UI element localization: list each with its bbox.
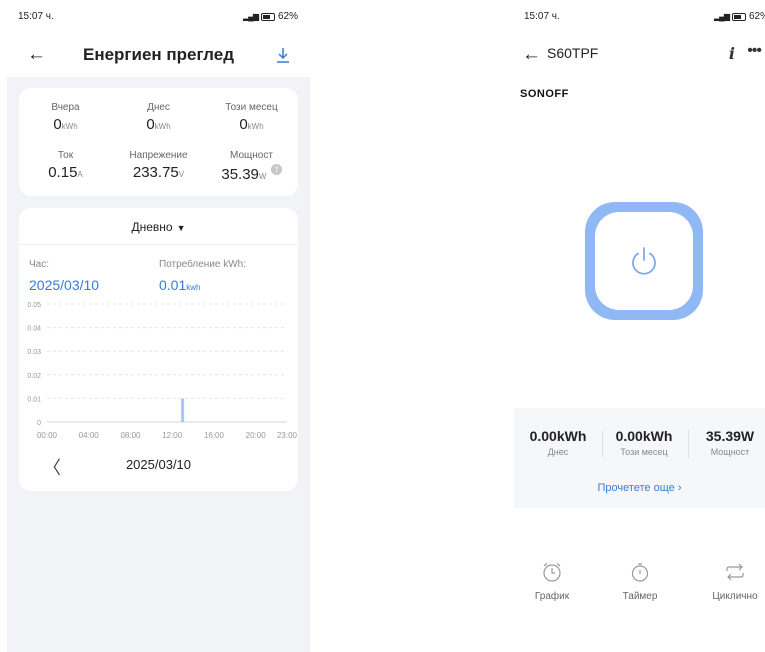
energy-overview-screen: 15:07 ч. ▂▄▆ 62% ← Енергиен преглед Вчер… (7, 0, 310, 652)
stat-current: Ток 0.15A (48, 150, 83, 181)
alarm-clock-icon (543, 563, 561, 582)
selected-date: 2025/03/10 (29, 277, 100, 293)
y-tick-label: 0 (37, 420, 41, 427)
x-tick-label: 00:00 (37, 431, 58, 440)
status-time: 15:07 ч. (524, 11, 560, 22)
chart-card: Дневно ▼ Час: Потребление kWh: 2025/03/10… (19, 208, 298, 491)
signal-icon: ▂▄▆ (714, 12, 730, 21)
consumption-label: Потребление kWh: (159, 259, 247, 270)
y-tick-label: 0.05 (27, 302, 41, 309)
more-icon[interactable]: ••• (747, 42, 762, 60)
x-tick-label: 16:00 (204, 431, 225, 440)
brand-logo: SONOFF (520, 88, 569, 100)
hourly-consumption-chart[interactable]: 0 0.01 0.02 0.03 0.04 0.05 00:00 04:00 08:00 12:0… (19, 296, 298, 446)
repeat-icon (726, 563, 744, 581)
y-tick-label: 0.04 (27, 326, 41, 333)
date-navigator: 〈 2025/03/10 (19, 454, 298, 478)
battery-icon (731, 12, 746, 21)
x-tick-label: 23:00 (277, 431, 298, 440)
page-title: Енергиен преглед (82, 45, 234, 64)
x-tick-label: 08:00 (120, 431, 141, 440)
stat-this-month: Този месец 0kWh (225, 102, 278, 133)
cycle-button[interactable]: Циклично (700, 562, 765, 602)
selected-value: 0.01kwh (159, 277, 201, 293)
x-tick-label: 12:00 (162, 431, 183, 440)
stopwatch-icon (631, 563, 649, 582)
x-tick-label: 20:00 (246, 431, 267, 440)
info-icon[interactable]: i (729, 44, 735, 63)
energy-today: 0.00kWh Днес (529, 428, 587, 457)
battery-level: 62% (748, 11, 765, 22)
y-tick-label: 0.01 (27, 396, 41, 403)
date-label: 2025/03/10 (125, 457, 192, 472)
status-bar: 15:07 ч. ▂▄▆ 62% (514, 11, 765, 25)
battery-level: 62% (277, 11, 298, 22)
energy-power: 35.39W Мощност (705, 428, 755, 457)
header: ← S60TPF i ••• (514, 42, 765, 66)
header: ← Енергиен преглед (7, 44, 310, 68)
stats-card: Вчера 0kWh Днес 0kWh Този месец 0kWh Ток… (19, 88, 298, 196)
help-icon[interactable]: ? (270, 164, 282, 175)
x-tick-label: 04:00 (79, 431, 100, 440)
stat-power: Мощност 35.39W ? (205, 150, 298, 183)
stat-yesterday: Вчера 0kWh (51, 102, 80, 133)
svg-text:?: ? (274, 166, 278, 175)
power-icon (632, 247, 656, 275)
power-button[interactable] (585, 202, 703, 320)
y-tick-label: 0.02 (27, 373, 41, 380)
chevron-right-icon: › (677, 482, 682, 494)
caret-down-icon: ▼ (176, 223, 186, 233)
device-screen: 15:07 ч. ▂▄▆ 62% ← S60TPF i ••• SONOFF 0… (514, 0, 765, 652)
battery-icon (260, 12, 275, 21)
stat-voltage: Напрежение 233.75V (129, 150, 188, 181)
download-icon[interactable] (276, 44, 290, 66)
status-time: 15:07 ч. (18, 11, 54, 22)
read-more-link[interactable]: Прочетете още › (514, 482, 765, 494)
device-name: S60TPF (547, 45, 599, 61)
energy-summary-card: 0.00kWh Днес 0.00kWh Този месец 35.39W М… (514, 408, 765, 508)
status-bar: 15:07 ч. ▂▄▆ 62% (7, 11, 310, 25)
stat-today: Днес 0kWh (146, 102, 171, 133)
timer-button[interactable]: Таймер (605, 562, 675, 602)
period-selector[interactable]: Дневно ▼ (19, 220, 298, 234)
bar[interactable] (181, 398, 185, 422)
top-bar: 15:07 ч. ▂▄▆ 62% ← Енергиен преглед (7, 0, 310, 77)
schedule-button[interactable]: График (517, 562, 587, 602)
hour-label: Час: (29, 259, 50, 270)
signal-icon: ▂▄▆ (243, 12, 259, 21)
y-tick-label: 0.03 (27, 349, 41, 356)
back-arrow-icon[interactable]: ← (522, 44, 541, 66)
energy-this-month: 0.00kWh Този месец (615, 428, 673, 457)
